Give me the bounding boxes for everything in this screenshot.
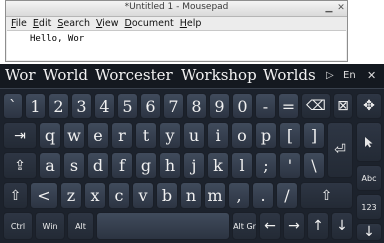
- key-h[interactable]: h: [159, 152, 181, 179]
- key-f[interactable]: f: [111, 152, 133, 179]
- key-c[interactable]: c: [108, 182, 130, 209]
- down-arrow-icon[interactable]: ↓: [356, 223, 382, 241]
- left-arrow-icon[interactable]: ←: [259, 212, 281, 240]
- menu-document[interactable]: Document: [122, 17, 177, 31]
- key-w[interactable]: w: [63, 122, 85, 149]
- key-1[interactable]: 1: [25, 93, 46, 119]
- key-o[interactable]: o: [231, 122, 253, 149]
- up-arrow-icon[interactable]: ↑: [307, 212, 329, 240]
- right-arrow-icon[interactable]: →: [283, 212, 305, 240]
- pointer-arrow-icon: [365, 137, 373, 148]
- move-icon[interactable]: ✥: [356, 93, 382, 119]
- key-less-than[interactable]: <: [30, 182, 58, 209]
- key-semicolon[interactable]: ;: [255, 152, 277, 179]
- minimize-icon[interactable]: ▁: [324, 3, 334, 13]
- key-6[interactable]: 6: [140, 93, 161, 119]
- shift-right-icon[interactable]: ⇧: [300, 182, 353, 209]
- key-9[interactable]: 9: [209, 93, 230, 119]
- alt-gr-key[interactable]: Alt Gr: [232, 212, 257, 240]
- window-title: *Untitled 1 - Mousepad: [124, 2, 229, 12]
- key-n[interactable]: n: [180, 182, 202, 209]
- suggestion-bar: Wor World Worcester Workshop Worlds ▷ En…: [0, 64, 384, 89]
- menu-view[interactable]: View: [93, 17, 122, 31]
- title-bar[interactable]: *Untitled 1 - Mousepad ▁ ✕: [6, 1, 347, 17]
- suggestion-worlds[interactable]: Worlds: [263, 66, 316, 84]
- key-m[interactable]: m: [204, 182, 226, 209]
- key-e[interactable]: e: [87, 122, 109, 149]
- close-icon[interactable]: ✕: [336, 3, 346, 13]
- abc-button[interactable]: Abc: [356, 165, 382, 191]
- arrow-icon[interactable]: [356, 122, 382, 162]
- menu-bar: File Edit Search View Document Help: [6, 17, 347, 31]
- key-apostrophe[interactable]: ': [279, 152, 301, 179]
- suggestion-worcester[interactable]: Worcester: [95, 66, 173, 84]
- key-4[interactable]: 4: [94, 93, 115, 119]
- key-backtick[interactable]: `: [3, 93, 23, 119]
- key-l[interactable]: l: [231, 152, 253, 179]
- caps-lock-icon[interactable]: ⇪: [3, 152, 37, 179]
- alt-key[interactable]: Alt: [67, 212, 94, 240]
- key-2[interactable]: 2: [48, 93, 69, 119]
- key-s[interactable]: s: [63, 152, 85, 179]
- key-backslash[interactable]: \: [303, 152, 325, 179]
- onscreen-keyboard: Wor World Worcester Workshop Worlds ▷ En…: [0, 64, 384, 243]
- key-p[interactable]: p: [255, 122, 277, 149]
- key-q[interactable]: q: [39, 122, 61, 149]
- key-slash[interactable]: /: [276, 182, 298, 209]
- key-r[interactable]: r: [111, 122, 133, 149]
- tab-icon[interactable]: ⇥: [3, 122, 37, 149]
- key-u[interactable]: u: [183, 122, 205, 149]
- win-key[interactable]: Win: [35, 212, 65, 240]
- key-a[interactable]: a: [39, 152, 61, 179]
- menu-search[interactable]: Search: [54, 17, 93, 31]
- menu-edit[interactable]: Edit: [30, 17, 54, 31]
- key-i[interactable]: i: [207, 122, 229, 149]
- menu-help[interactable]: Help: [177, 17, 205, 31]
- key-close-bracket[interactable]: ]: [303, 122, 325, 149]
- key-x[interactable]: x: [84, 182, 106, 209]
- key-minus[interactable]: -: [255, 93, 276, 119]
- key-j[interactable]: j: [183, 152, 205, 179]
- shift-left-icon[interactable]: ⇧: [3, 182, 28, 209]
- key-d[interactable]: d: [87, 152, 109, 179]
- menu-file[interactable]: File: [8, 17, 30, 31]
- next-suggestions-icon[interactable]: ▷: [326, 70, 334, 81]
- key-k[interactable]: k: [207, 152, 229, 179]
- key-y[interactable]: y: [159, 122, 181, 149]
- key-period[interactable]: .: [252, 182, 274, 209]
- key-open-bracket[interactable]: [: [279, 122, 301, 149]
- key-equals[interactable]: =: [278, 93, 299, 119]
- key-5[interactable]: 5: [117, 93, 138, 119]
- key-t[interactable]: t: [135, 122, 157, 149]
- space-bar[interactable]: [96, 212, 230, 240]
- language-button[interactable]: En: [343, 70, 356, 81]
- mousepad-window: *Untitled 1 - Mousepad ▁ ✕ File Edit Sea…: [5, 0, 348, 62]
- ctrl-key[interactable]: Ctrl: [3, 212, 33, 240]
- numbers-button[interactable]: 123: [356, 194, 382, 220]
- key-3[interactable]: 3: [71, 93, 92, 119]
- key-8[interactable]: 8: [186, 93, 207, 119]
- suggestion-workshop[interactable]: Workshop: [181, 66, 257, 84]
- text-editor[interactable]: Hello, Wor: [7, 30, 346, 60]
- key-g[interactable]: g: [135, 152, 157, 179]
- key-comma[interactable]: ,: [228, 182, 250, 209]
- editor-content: Hello, Wor: [30, 34, 85, 44]
- close-keyboard-icon[interactable]: ✕: [367, 69, 376, 82]
- key-0[interactable]: 0: [232, 93, 253, 119]
- enter-icon[interactable]: ⏎: [327, 122, 353, 178]
- key-v[interactable]: v: [132, 182, 154, 209]
- key-z[interactable]: z: [60, 182, 82, 209]
- close-keyboard-key-icon[interactable]: ⊠: [333, 93, 353, 119]
- key-7[interactable]: 7: [163, 93, 184, 119]
- suggestion-world[interactable]: World: [43, 66, 88, 84]
- key-b[interactable]: b: [156, 182, 178, 209]
- down-arrow-key-icon[interactable]: ↓: [331, 212, 353, 240]
- backspace-icon[interactable]: ⌫: [301, 93, 331, 119]
- suggestion-wor[interactable]: Wor: [5, 66, 36, 84]
